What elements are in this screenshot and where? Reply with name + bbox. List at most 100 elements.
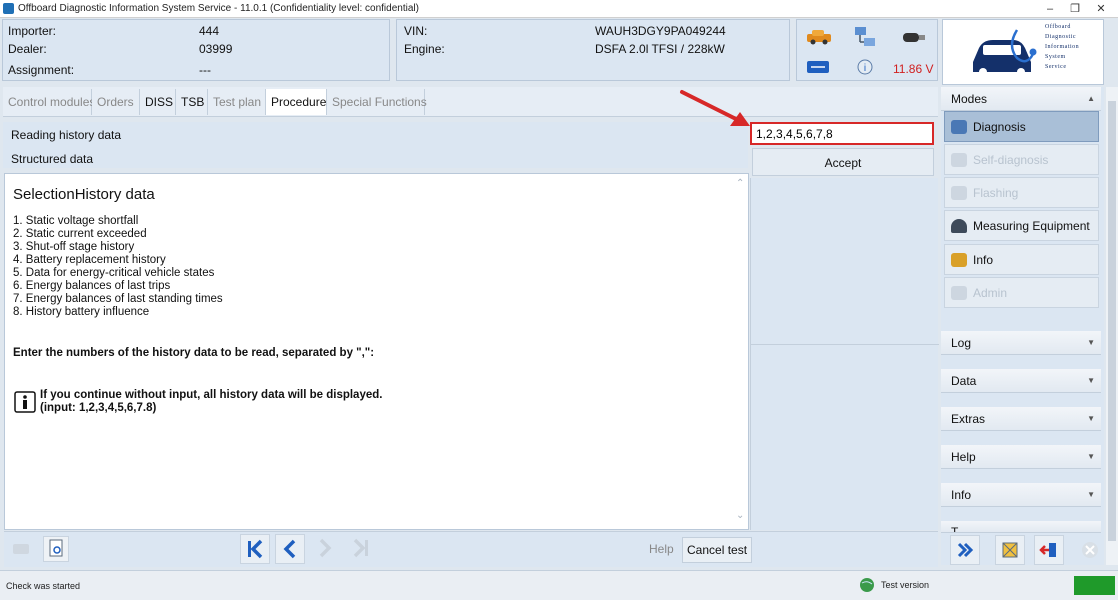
- gauge-icon: [951, 219, 967, 233]
- flashing-icon: [951, 186, 967, 200]
- sidebar-section-modes[interactable]: Modes ▲: [941, 87, 1101, 111]
- cancel-test-button[interactable]: Cancel test: [682, 537, 753, 563]
- tab-test-plan[interactable]: Test plan: [208, 89, 266, 115]
- mode-label: Self-diagnosis: [973, 153, 1049, 167]
- usb-icon: [807, 61, 829, 73]
- chevron-right-icon: [319, 538, 332, 558]
- mode-flashing[interactable]: Flashing: [944, 177, 1099, 208]
- input-prompt: Enter the numbers of the history data to…: [13, 347, 375, 359]
- tab-special-functions[interactable]: Special Functions: [327, 89, 427, 115]
- importer-label: Importer:: [8, 24, 57, 38]
- tab-tsb[interactable]: TSB: [176, 89, 208, 115]
- input-side-panel: [750, 178, 939, 530]
- vehicle-id-panel: VIN: WAUH3DGY9PA049244 Engine: DSFA 2.0l…: [396, 19, 790, 81]
- first-step-button[interactable]: [240, 534, 270, 564]
- chevron-down-icon: ▼: [1087, 414, 1095, 423]
- document-view-button[interactable]: [43, 536, 69, 562]
- tab-control-modules[interactable]: Control modules: [3, 89, 95, 115]
- history-selection-input[interactable]: [750, 122, 934, 145]
- sidebar-section-extras[interactable]: Extras ▼: [941, 407, 1101, 431]
- scroll-up-icon[interactable]: ⌃: [736, 178, 744, 189]
- exit-button[interactable]: [1034, 535, 1064, 565]
- list-item: 7. Energy balances of last standing time…: [13, 293, 223, 305]
- sidebar-section-help[interactable]: Help ▼: [941, 445, 1101, 469]
- mode-measuring-equipment[interactable]: Measuring Equipment: [944, 210, 1099, 241]
- mode-label: Admin: [973, 286, 1008, 300]
- importer-value: 444: [199, 24, 220, 38]
- minimize-icon[interactable]: –: [1038, 1, 1062, 17]
- tab-diss[interactable]: DISS: [140, 89, 176, 115]
- exit-icon: [1039, 543, 1056, 557]
- chevron-down-icon: ▼: [1087, 376, 1095, 385]
- diagnosis-icon: [951, 120, 967, 134]
- scroll-down-icon[interactable]: ⌄: [736, 510, 744, 521]
- logo-line-4: System: [1045, 54, 1066, 60]
- self-diagnosis-icon: [951, 153, 967, 167]
- skip-back-icon: [248, 539, 263, 559]
- scrollbar-thumb[interactable]: [1108, 101, 1116, 541]
- section-label: Info: [951, 488, 972, 502]
- stop-icon: [1082, 542, 1098, 558]
- mode-label: Flashing: [973, 186, 1019, 200]
- logo-line-3: Information: [1045, 44, 1080, 50]
- mode-self-diagnosis[interactable]: Self-diagnosis: [944, 144, 1099, 175]
- title-bar: Offboard Diagnostic Information System S…: [0, 0, 1118, 18]
- sidebar-section-data[interactable]: Data ▼: [941, 369, 1101, 393]
- logo-line-5: Service: [1045, 64, 1067, 70]
- help-button[interactable]: Help: [649, 542, 674, 556]
- print-button[interactable]: [10, 538, 32, 560]
- chevron-down-icon: ▼: [1087, 490, 1095, 499]
- network-icon: [855, 27, 875, 46]
- previous-step-button[interactable]: [275, 534, 305, 564]
- section-label: Help: [951, 450, 976, 464]
- engine-value: DSFA 2.0l TFSI / 228kW: [595, 42, 725, 56]
- next-step-button[interactable]: [311, 534, 341, 564]
- section-label: Extras: [951, 412, 986, 426]
- restore-icon[interactable]: ❐: [1063, 1, 1087, 17]
- section-label: T...: [951, 525, 968, 533]
- mode-admin[interactable]: Admin: [944, 277, 1099, 308]
- status-bar: Check was started Test version: [0, 570, 1118, 600]
- tab-orders[interactable]: Orders: [92, 89, 140, 115]
- mode-info[interactable]: Info: [944, 244, 1099, 275]
- last-step-button[interactable]: [347, 534, 377, 564]
- mode-label: Measuring Equipment: [973, 219, 1090, 233]
- tab-bar: Control modules Orders DISS TSB Test pla…: [3, 87, 938, 117]
- bottom-toolbar: [4, 531, 938, 567]
- divider: [751, 344, 939, 345]
- tab-procedure[interactable]: Procedure: [266, 89, 327, 115]
- screen-capture-button[interactable]: [995, 535, 1025, 565]
- dealer-label: Dealer:: [8, 42, 47, 56]
- mode-diagnosis[interactable]: Diagnosis: [944, 111, 1099, 142]
- vehicle-info-panel: Importer: 444 Dealer: 03999 Assignment: …: [2, 19, 390, 81]
- assignment-label: Assignment:: [8, 63, 75, 77]
- test-version-label: Test version: [881, 580, 930, 590]
- sidebar-scrollbar[interactable]: [1106, 87, 1118, 565]
- accept-button[interactable]: Accept: [752, 148, 934, 176]
- stop-button[interactable]: [1078, 538, 1102, 562]
- mode-label: Info: [973, 253, 994, 267]
- list-item: 6. Energy balances of last trips: [13, 280, 171, 292]
- connection-indicator: [1074, 576, 1115, 595]
- chevron-left-icon: [283, 539, 296, 559]
- odis-logo: Offboard Diagnostic Information System S…: [942, 19, 1104, 85]
- forward-double-button[interactable]: [950, 535, 980, 565]
- chevron-down-icon: ▼: [1087, 338, 1095, 347]
- dealer-value: 03999: [199, 42, 233, 56]
- list-item: 4. Battery replacement history: [13, 254, 166, 266]
- content-heading: SelectionHistory data: [13, 186, 155, 203]
- mode-label: Diagnosis: [973, 120, 1026, 134]
- vehicle-icon: [807, 30, 831, 45]
- list-item: 2. Static current exceeded: [13, 228, 147, 240]
- car-stethoscope-icon: [973, 29, 1037, 76]
- sidebar-section-log[interactable]: Log ▼: [941, 331, 1101, 355]
- document-search-icon: [49, 539, 63, 557]
- globe-icon: [860, 578, 874, 592]
- admin-icon: [951, 286, 967, 300]
- sidebar-section-truncated[interactable]: T...: [941, 521, 1101, 533]
- list-item: 3. Shut-off stage history: [13, 241, 135, 253]
- close-icon[interactable]: ✕: [1089, 1, 1113, 17]
- double-chevron-right-icon: [957, 542, 974, 558]
- sidebar-section-info[interactable]: Info ▼: [941, 483, 1101, 507]
- engine-label: Engine:: [404, 42, 445, 56]
